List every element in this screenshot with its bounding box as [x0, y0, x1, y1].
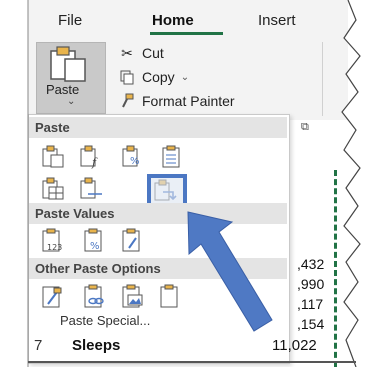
excel-screenshot: File Home Insert Paste ⌄ ✂ Cut Copy ⌄ Fo… — [0, 0, 372, 367]
torn-edge — [27, 0, 372, 367]
